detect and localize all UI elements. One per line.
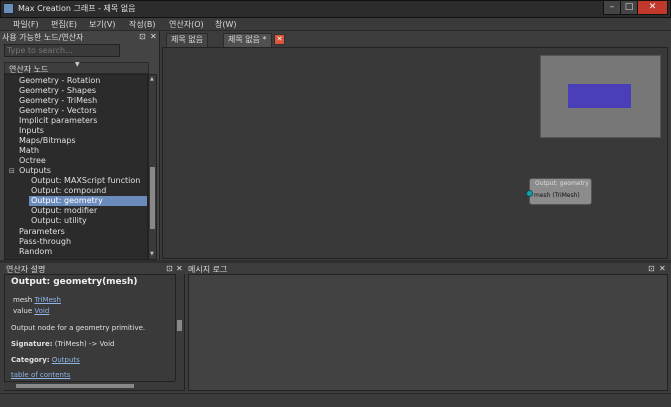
- scroll-thumb[interactable]: [177, 320, 182, 331]
- help-horizontal-scrollbar[interactable]: [4, 381, 175, 390]
- help-panel-header: 연산자 설명 ⊡ ✕: [0, 263, 185, 274]
- signature-value: (TriMesh) -> Void: [54, 340, 115, 348]
- close-icon[interactable]: ✕: [176, 264, 183, 273]
- tree-item[interactable]: Parameters: [19, 227, 65, 237]
- signature-row: Signature: (TriMesh) -> Void: [11, 340, 114, 348]
- help-vertical-scrollbar[interactable]: [175, 274, 184, 381]
- tree-item[interactable]: Output: modifier: [31, 206, 97, 216]
- node-title: Output: geometry: [535, 180, 589, 187]
- close-icon[interactable]: ✕: [659, 264, 666, 273]
- tree-item[interactable]: Geometry - Vectors: [19, 106, 97, 116]
- tree-item[interactable]: Geometry - Rotation: [19, 76, 100, 86]
- tree-item[interactable]: Math: [19, 146, 39, 156]
- tree-item[interactable]: Geometry - Shapes: [19, 86, 96, 96]
- minimap-node-indicator: [568, 84, 631, 108]
- app-icon: [3, 3, 14, 14]
- window-title: Max Creation 그래프 - 제목 없음: [18, 4, 136, 13]
- document-tabs: 제목 없음 제목 없음 * ✕: [162, 31, 671, 48]
- menu-view[interactable]: 보기(V): [89, 19, 115, 30]
- category-label: Category:: [11, 356, 50, 364]
- minimize-button[interactable]: –: [603, 1, 621, 15]
- menu-file[interactable]: 파일(F): [13, 19, 39, 30]
- menu-window[interactable]: 창(W): [215, 19, 237, 30]
- tab-close-icon[interactable]: ✕: [274, 34, 285, 45]
- menu-create[interactable]: 작성(B): [129, 19, 155, 30]
- signature-label: Signature:: [11, 340, 53, 348]
- message-log-header: 메시지 로그 ⊡ ✕: [186, 263, 671, 274]
- search-input[interactable]: [4, 44, 120, 57]
- tree-item-selected[interactable]: Output: geometry: [29, 196, 147, 206]
- tree-column-header[interactable]: 연산자 노드 ▼: [4, 61, 149, 74]
- help-content: Output: geometry(mesh) mesh TriMesh valu…: [4, 274, 185, 391]
- tree-scrollbar[interactable]: ▲ ▼: [148, 74, 157, 260]
- operator-tree: Geometry - Rotation Geometry - Shapes Ge…: [4, 74, 148, 260]
- scroll-thumb[interactable]: [150, 167, 155, 229]
- toc-link[interactable]: table of contents: [11, 371, 70, 379]
- scroll-up-icon[interactable]: ▲: [150, 76, 154, 82]
- tree-item[interactable]: Output: utility: [31, 216, 87, 226]
- close-window-button[interactable]: ✕: [637, 1, 668, 15]
- tree-item[interactable]: Output: MAXScript function: [31, 176, 140, 186]
- param-type-link[interactable]: TriMesh: [34, 296, 61, 304]
- menu-edit[interactable]: 편집(E): [51, 19, 77, 30]
- close-icon[interactable]: ✕: [150, 32, 157, 41]
- help-heading: Output: geometry(mesh): [11, 277, 138, 287]
- tree-item[interactable]: Output: compound: [31, 186, 106, 196]
- menu-bar: 파일(F) 편집(E) 보기(V) 작성(B) 연산자(O) 창(W): [0, 18, 671, 31]
- tree-item[interactable]: Implicit parameters: [19, 116, 97, 126]
- input-port[interactable]: [526, 190, 533, 197]
- tab-untitled[interactable]: 제목 없음: [166, 33, 208, 48]
- tree-item[interactable]: Random: [19, 247, 52, 257]
- tree-item-outputs[interactable]: Outputs: [19, 166, 51, 176]
- scroll-down-icon[interactable]: ▼: [150, 251, 154, 257]
- maximize-button[interactable]: □: [620, 1, 638, 15]
- category-link[interactable]: Outputs: [52, 356, 80, 364]
- tree-item[interactable]: Octree: [19, 156, 46, 166]
- tab-untitled-active[interactable]: 제목 없음 *: [223, 33, 272, 48]
- tree-item[interactable]: Inputs: [19, 126, 44, 136]
- param-name: value: [13, 307, 33, 315]
- sort-arrow-icon: ▼: [75, 61, 80, 68]
- pin-icon[interactable]: ⊡: [166, 264, 173, 273]
- pin-icon[interactable]: ⊡: [648, 264, 655, 273]
- collapse-icon[interactable]: ⊟: [9, 167, 15, 175]
- output-geometry-node[interactable]: Output: geometry mesh (TriMesh): [529, 178, 592, 205]
- tree-item[interactable]: Maps/Bitmaps: [19, 136, 76, 146]
- param-row-value: value Void: [13, 307, 49, 315]
- node-port-label: mesh (TriMesh): [534, 192, 580, 199]
- menu-operators[interactable]: 연산자(O): [169, 19, 204, 30]
- node-panel-title: 사용 가능한 노드/연산자: [2, 33, 84, 42]
- help-description: Output node for a geometry primitive.: [11, 324, 146, 332]
- message-log: [188, 274, 668, 391]
- param-row-mesh: mesh TriMesh: [13, 296, 61, 304]
- tree-item[interactable]: Geometry - TriMesh: [19, 96, 97, 106]
- tree-item[interactable]: Pass-through: [19, 237, 71, 247]
- param-name: mesh: [13, 296, 33, 304]
- status-bar: [0, 393, 671, 407]
- param-type-link[interactable]: Void: [34, 307, 49, 315]
- scroll-thumb[interactable]: [16, 384, 134, 388]
- category-row: Category: Outputs: [11, 356, 80, 364]
- pin-icon[interactable]: ⊡: [139, 32, 146, 41]
